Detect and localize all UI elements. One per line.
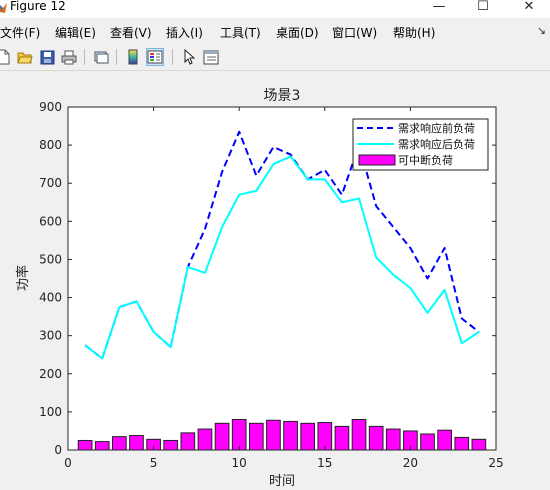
close-button[interactable]: ✕: [514, 0, 544, 16]
x-tick-label: 20: [403, 456, 418, 470]
new-figure-icon[interactable]: [0, 48, 12, 66]
y-tick-label: 100: [39, 405, 62, 419]
menu-file[interactable]: 文件(F): [0, 24, 40, 41]
toolbar-separator: [116, 49, 117, 65]
y-tick-label: 500: [39, 252, 62, 266]
x-tick-label: 5: [150, 456, 158, 470]
dock-arrow-icon[interactable]: ↘: [537, 24, 546, 37]
bar-interruptible-load: [437, 429, 452, 451]
edit-plot-icon[interactable]: [180, 48, 198, 66]
bar-interruptible-load: [94, 441, 110, 451]
x-tick-label: 10: [232, 456, 247, 470]
toolbar-separator: [172, 49, 173, 65]
y-tick-label: 600: [39, 214, 62, 228]
y-tick-label: 800: [39, 138, 62, 152]
legend[interactable]: 需求响应前负荷 需求响应后负荷 可中断负荷: [352, 118, 489, 171]
x-axis-label: 时间: [269, 474, 295, 486]
y-axis-label: 功率: [15, 265, 31, 291]
x-tick-label: 25: [488, 456, 503, 470]
print-icon[interactable]: [60, 48, 78, 66]
bar-interruptible-load: [368, 425, 384, 451]
open-file-icon[interactable]: [16, 48, 34, 66]
bar-interruptible-load: [197, 428, 213, 451]
bar-interruptible-load: [231, 419, 247, 451]
figure-toolbar: [0, 44, 550, 71]
chart-svg: 场景3 时间 功率 0 5 10 15 20 25 0 100 200 300 400 500 600 7…: [15, 88, 504, 489]
bar-interruptible-load: [112, 436, 127, 451]
y-tick-label: 0: [54, 443, 62, 457]
toolbar-separator: [84, 49, 85, 65]
y-tick-label: 900: [39, 100, 62, 114]
window-titlebar: Figure 12 — ☐ ✕: [0, 0, 550, 18]
menu-insert[interactable]: 插入(I): [166, 24, 203, 41]
figure-canvas: 场景3 时间 功率 0 5 10 15 20 25 0 100 200 300 400 500 600 7…: [0, 71, 550, 489]
menu-window[interactable]: 窗口(W): [332, 24, 377, 41]
legend-label-interruptible: 可中断负荷: [398, 153, 453, 167]
bar-interruptible-load: [283, 420, 298, 451]
bar-interruptible-load: [334, 425, 350, 451]
menu-tools[interactable]: 工具(T): [220, 24, 261, 41]
bar-interruptible-load: [454, 436, 470, 451]
bar-interruptible-load: [317, 422, 333, 451]
bar-interruptible-load: [471, 438, 487, 451]
bar-interruptible-load: [163, 439, 179, 451]
bar-interruptible-load: [385, 428, 401, 451]
legend-label-before: 需求响应前负荷: [398, 121, 475, 135]
legend-swatch-interruptible: [358, 154, 396, 166]
save-icon[interactable]: [38, 48, 56, 66]
bar-interruptible-load: [129, 435, 144, 451]
bar-interruptible-load: [214, 422, 230, 451]
chart-title: 场景3: [264, 88, 301, 104]
colorbar-icon[interactable]: [124, 48, 142, 66]
legend-label-after: 需求响应后负荷: [398, 137, 475, 151]
y-tick-label: 400: [39, 291, 62, 305]
legend-icon[interactable]: [146, 48, 164, 66]
window-title: Figure 12: [10, 0, 66, 13]
bar-interruptible-load: [180, 432, 196, 451]
bar-interruptible-load: [420, 433, 435, 451]
maximize-button[interactable]: ☐: [468, 0, 498, 16]
y-tick-label: 700: [39, 176, 62, 190]
x-tick-label: 15: [317, 456, 332, 470]
x-tick-label: 0: [64, 456, 72, 470]
bar-interruptible-load: [300, 422, 316, 451]
menu-edit[interactable]: 编辑(E): [55, 24, 96, 41]
property-inspector-icon[interactable]: [202, 48, 220, 66]
menu-help[interactable]: 帮助(H): [393, 24, 435, 41]
link-plot-icon[interactable]: [92, 48, 110, 66]
bar-interruptible-load: [266, 419, 281, 451]
menu-bar: 文件(F) 编辑(E) 查看(V) 插入(I) 工具(T) 桌面(D) 窗口(W…: [0, 22, 550, 42]
bar-interruptible-load: [351, 419, 367, 451]
bar-interruptible-load: [248, 422, 264, 451]
menu-view[interactable]: 查看(V): [110, 24, 152, 41]
matlab-app-icon: [0, 3, 7, 13]
menu-desktop[interactable]: 桌面(D): [276, 24, 319, 41]
bar-interruptible-load: [77, 439, 93, 451]
minimize-button[interactable]: —: [424, 0, 454, 16]
y-tick-label: 200: [39, 367, 62, 381]
y-tick-label: 300: [39, 329, 62, 343]
